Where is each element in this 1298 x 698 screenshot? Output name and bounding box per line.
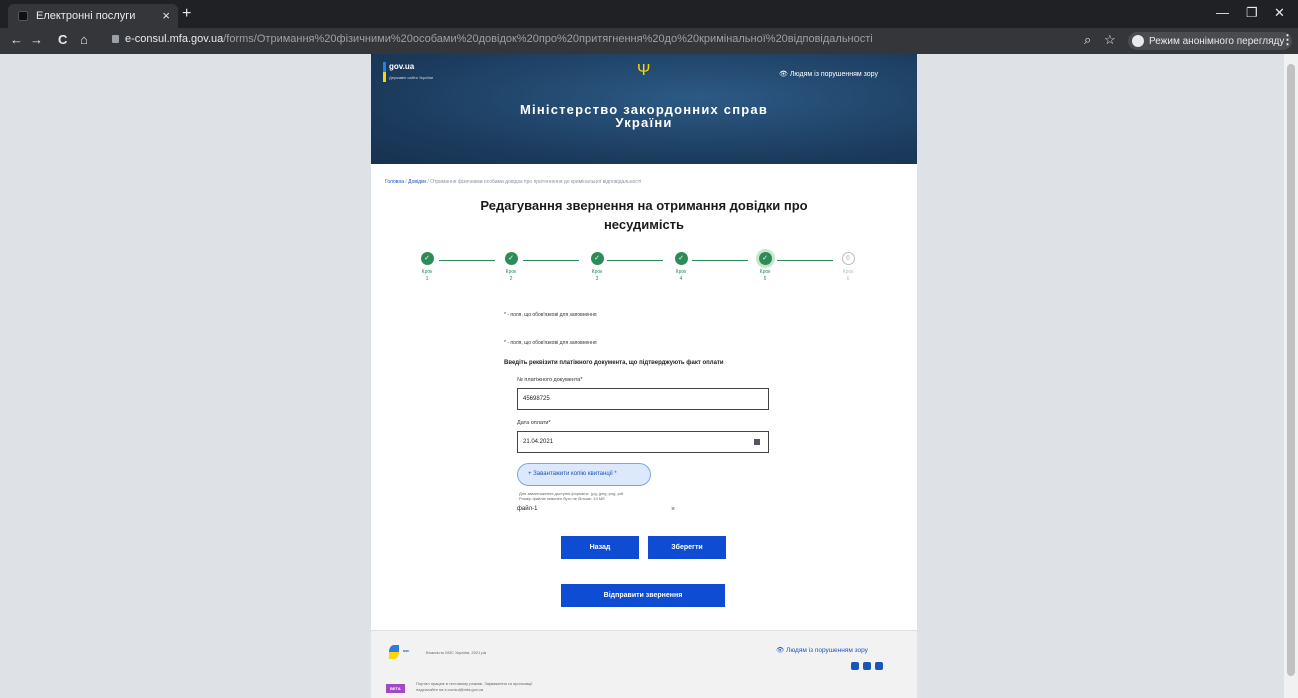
tab-title: Електронні послуги [36, 10, 136, 22]
back-icon[interactable]: ← [10, 32, 23, 47]
window-close-icon[interactable]: ✕ [1274, 5, 1285, 21]
browser-tab-bar: Електронні послуги × + — ❐ ✕ [0, 0, 1298, 28]
trident-icon: Ψ [637, 62, 651, 79]
new-tab-button[interactable]: + [182, 5, 191, 23]
site-header: gov.ua Державні сайти України Ψ 👁 Людям … [371, 54, 917, 164]
step-2: ✓ Крок 2 [491, 252, 531, 283]
step-check-icon: ✓ [504, 252, 518, 265]
doc-number-label: № платіжного документа* [517, 377, 583, 383]
twitter-icon[interactable] [863, 662, 871, 670]
breadcrumb-current: Отримання фізичними особами довідок про … [430, 179, 642, 185]
breadcrumb: Головна / Довідки / Отримання фізичними … [385, 179, 641, 185]
section-title: Введіть реквізити платіжного документа, … [504, 360, 724, 366]
accessibility-link[interactable]: 👁 Людям із порушенням зору [779, 70, 878, 78]
url-path: /forms/Отримання%20фізичними%20особами%2… [223, 33, 873, 45]
step-5-active: ✓ Крок 5 [745, 252, 785, 283]
lock-icon [112, 35, 119, 43]
forward-icon[interactable]: → [30, 32, 43, 47]
govua-title: gov.ua [389, 62, 415, 71]
step-6-pending: 6 Крок 6 [828, 252, 868, 283]
copyright: Власність МЗС України, 2021 рік [426, 650, 487, 655]
pay-date-field[interactable]: 21.04.2021 [517, 431, 769, 453]
bookmark-star-icon[interactable]: ☆ [1104, 32, 1116, 48]
minimize-icon[interactable]: — [1216, 5, 1229, 20]
youtube-icon[interactable] [875, 662, 883, 670]
step-connector [439, 260, 495, 261]
mfa-logo-icon [389, 645, 399, 659]
beta-notice: Портал працює в тестовому режимі. Зауваж… [416, 681, 532, 693]
step-check-icon: ✓ [758, 252, 772, 265]
remove-file-icon[interactable]: × [671, 506, 675, 513]
ministry-title: Міністерство закордонних справ України [371, 103, 917, 129]
upload-receipt-button[interactable]: + Завантажити копію квитанції * [517, 463, 651, 486]
zoom-icon[interactable]: ⌕ [1084, 32, 1091, 48]
step-check-icon: ✓ [590, 252, 604, 265]
pay-date-label: Дата оплати* [517, 420, 551, 426]
uploaded-file-name: файл-1 [517, 506, 538, 512]
site-favicon-icon [18, 11, 28, 21]
incognito-label: Режим анонімного перегляду [1149, 35, 1285, 47]
beta-notice-line2: надсилайте на e-consul@mfa.gov.ua [416, 687, 484, 692]
page-scrollbar[interactable] [1284, 54, 1298, 698]
address-bar-row: ← → C ⌂ e-consul.mfa.gov.ua/forms/Отрима… [0, 28, 1298, 54]
step-4: ✓ Крок 4 [661, 252, 701, 283]
step-check-icon: ✓ [674, 252, 688, 265]
step-label: Крок 3 [591, 269, 603, 282]
upload-hint: Для завантаження доступні формати: .jpg,… [519, 491, 623, 501]
back-button[interactable]: Назад [561, 536, 639, 559]
step-label: Крок 4 [675, 269, 687, 282]
page-content: gov.ua Державні сайти України Ψ 👁 Людям … [371, 54, 917, 698]
reload-icon[interactable]: C [58, 32, 67, 47]
breadcrumb-certs[interactable]: Довідки [408, 179, 426, 185]
browser-tab[interactable]: Електронні послуги × [8, 4, 178, 28]
pay-date-value: 21.04.2021 [523, 439, 554, 445]
step-1: ✓ Крок 1 [407, 252, 447, 283]
calendar-icon[interactable] [754, 439, 760, 445]
govua-subtitle: Державні сайти України [389, 75, 434, 80]
site-footer: МЗС Власність МЗС України, 2021 рік 👁 Лю… [371, 630, 917, 698]
step-3: ✓ Крок 3 [577, 252, 617, 283]
step-connector [777, 260, 833, 261]
incognito-badge[interactable]: Режим анонімного перегляду [1128, 32, 1293, 50]
govua-logo[interactable]: gov.ua Державні сайти України [383, 62, 434, 82]
doc-number-field[interactable]: 45698725 [517, 388, 769, 410]
page-title-line2: несудимість [603, 217, 685, 232]
submit-button[interactable]: Відправити звернення [561, 584, 725, 607]
incognito-icon [1132, 35, 1144, 47]
step-check-icon: ✓ [420, 252, 434, 265]
url-field[interactable]: e-consul.mfa.gov.ua/forms/Отримання%20фі… [112, 33, 873, 45]
footer-accessibility-link[interactable]: 👁 Людям із порушенням зору [776, 646, 868, 654]
breadcrumb-home[interactable]: Головна [385, 179, 404, 185]
upload-hint-size: Розмір файлів повинен бути не більше: 10… [519, 496, 605, 501]
beta-badge: BETA [386, 684, 405, 693]
step-label: Крок 6 [842, 269, 854, 282]
step-label: Крок 5 [759, 269, 771, 282]
save-button[interactable]: Зберегти [648, 536, 726, 559]
mfa-logo-text: МЗС [403, 649, 410, 653]
home-icon[interactable]: ⌂ [80, 32, 88, 47]
page-title-line1: Редагування звернення на отримання довід… [480, 198, 808, 213]
page-title: Редагування звернення на отримання довід… [371, 196, 917, 234]
step-label: Крок 2 [505, 269, 517, 282]
scrollbar-thumb[interactable] [1287, 64, 1295, 676]
url-domain: e-consul.mfa.gov.ua [125, 33, 224, 45]
step-connector [523, 260, 579, 261]
browser-menu-icon[interactable]: ⋮ [1281, 32, 1294, 48]
facebook-icon[interactable] [851, 662, 859, 670]
ministry-title-line2: України [615, 115, 673, 130]
required-note: * - поля, що обов'язкові для заповнення [504, 312, 597, 318]
restore-icon[interactable]: ❐ [1246, 5, 1258, 21]
tab-close-icon[interactable]: × [162, 8, 170, 23]
required-note: * - поля, що обов'язкові для заповнення [504, 340, 597, 346]
step-number-icon: 6 [841, 252, 855, 265]
step-label: Крок 1 [421, 269, 433, 282]
